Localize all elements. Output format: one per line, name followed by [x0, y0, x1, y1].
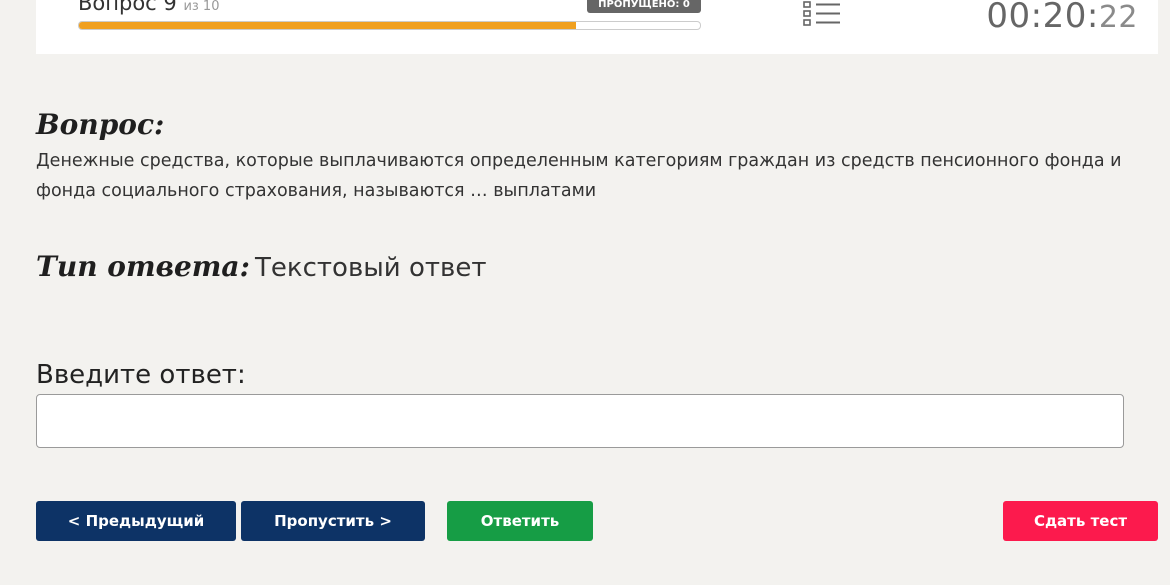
- skip-button[interactable]: Пропустить >: [241, 501, 425, 541]
- submit-test-button[interactable]: Сдать тест: [1003, 501, 1158, 541]
- list-icon: [803, 1, 840, 26]
- answer-button[interactable]: Ответить: [447, 501, 593, 541]
- question-text: Денежные средства, которые выплачиваются…: [36, 151, 1122, 201]
- answer-input[interactable]: [36, 394, 1124, 448]
- countdown-timer: 00:20:22: [986, 0, 1138, 40]
- question-list-button[interactable]: [802, 0, 842, 30]
- answer-type-value: Текстовый ответ: [255, 253, 487, 283]
- answer-type-label: Тип ответа:: [36, 250, 250, 283]
- answer-input-label: Введите ответ:: [36, 360, 246, 390]
- progress-bar: [78, 21, 701, 30]
- answer-type-row: Тип ответа: Текстовый ответ: [36, 250, 486, 283]
- question-number: Вопрос 9: [78, 0, 177, 15]
- progress-bar-fill: [79, 22, 576, 29]
- question-total: из 10: [183, 0, 220, 14]
- previous-button[interactable]: < Предыдущий: [36, 501, 236, 541]
- timer-seconds: 22: [1098, 0, 1138, 35]
- question-counter: Вопрос 9 из 10: [78, 0, 219, 20]
- timer-main: 00:20:: [986, 0, 1099, 36]
- test-header-panel: Вопрос 9 из 10 ПРОПУЩЕНО: 0 00:20:22: [36, 0, 1158, 54]
- skipped-count-badge: ПРОПУЩЕНО: 0: [587, 0, 701, 13]
- question-heading: Вопрос:: [36, 108, 165, 141]
